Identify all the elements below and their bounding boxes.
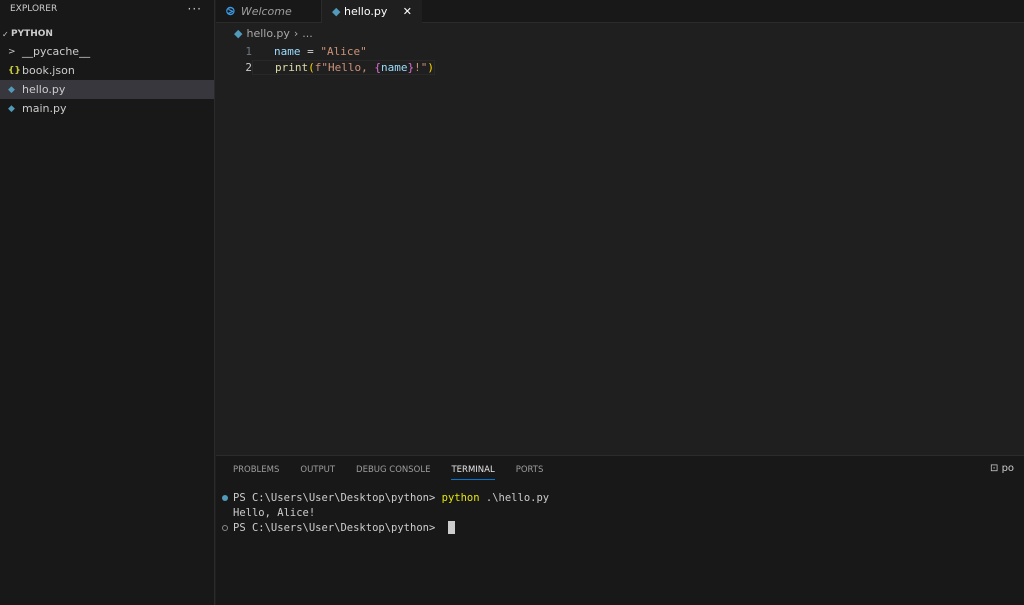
code-line: 1 name = "Alice" — [216, 43, 1024, 59]
token: name — [274, 44, 301, 58]
breadcrumb-file[interactable]: hello.py — [246, 27, 289, 40]
shell-name: powershell — [1001, 463, 1014, 474]
tree-item-book-json[interactable]: {} book.json — [0, 61, 214, 80]
prompt: PS C:\Users\User\Desktop\python> — [233, 491, 442, 504]
breadcrumb: ◆ hello.py ›... — [216, 23, 1024, 43]
token: "Alice" — [320, 44, 367, 58]
folder-label: PYTHON — [11, 29, 53, 39]
code-line: 2 print(f"Hello, {name}!") — [216, 59, 1024, 75]
explorer-header: EXPLORER ··· — [0, 0, 214, 18]
chevron-down-icon: ✓ — [2, 29, 9, 39]
tree-item-pycache[interactable]: > __pycache__ — [0, 42, 214, 61]
close-icon[interactable]: ✕ — [403, 5, 412, 18]
editor-tabs: ⧁ Welcome ◆ hello.py ✕ — [216, 0, 1024, 23]
explorer-sidebar: EXPLORER ··· ✓ PYTHON > __pycache__ {} book… — [0, 0, 215, 605]
terminal-icon: ⊡ — [990, 463, 999, 474]
tree-item-main-py[interactable]: ◆ main.py — [0, 99, 214, 118]
token: ( — [308, 60, 315, 74]
token: print — [275, 60, 309, 74]
tab-problems[interactable]: PROBLEMS — [233, 465, 279, 475]
terminal-line: PS C:\Users\User\Desktop\python> python … — [216, 490, 1024, 505]
line-number: 1 — [245, 44, 252, 58]
tree-item-label: __pycache__ — [22, 45, 91, 58]
command-args: .\hello.py — [479, 491, 550, 504]
tab-hello-py[interactable]: ◆ hello.py ✕ — [322, 0, 422, 23]
tab-label: Welcome — [240, 5, 292, 18]
panel-tabs: PROBLEMS OUTPUT DEBUG CONSOLE TERMINAL P… — [216, 456, 1024, 484]
token: { — [374, 60, 381, 74]
json-icon: {} — [8, 65, 21, 76]
terminal-cursor — [447, 521, 455, 534]
token: f"Hello, — [314, 60, 375, 74]
chevron-right-icon: > — [8, 46, 16, 57]
breadcrumb-symbols[interactable]: ... — [302, 27, 313, 40]
explorer-title: EXPLORER — [10, 4, 58, 14]
token: name — [380, 60, 408, 74]
token: !" — [414, 60, 428, 74]
token: ) — [427, 60, 434, 74]
tab-ports[interactable]: PORTS — [516, 465, 544, 475]
code-editor[interactable]: 1 name = "Alice" 2 print(f"Hello, {name}!"… — [216, 43, 1024, 75]
prompt: PS C:\Users\User\Desktop\python> — [233, 521, 442, 534]
tab-debug-console[interactable]: DEBUG CONSOLE — [356, 465, 430, 475]
terminal-instance[interactable]: ⊡ powershell — [990, 463, 1014, 474]
python-icon: ◆ — [332, 5, 341, 18]
token: = — [300, 44, 321, 58]
tree-item-label: hello.py — [22, 83, 66, 96]
more-actions-icon[interactable]: ··· — [188, 2, 202, 16]
command-pending-icon — [221, 524, 228, 531]
tab-welcome[interactable]: ⧁ Welcome — [216, 0, 322, 23]
tree-item-hello-py[interactable]: ◆ hello.py — [0, 80, 214, 99]
tree-item-label: main.py — [22, 102, 67, 115]
tree-item-label: book.json — [22, 64, 75, 77]
vscode-logo-icon: ⧁ — [226, 4, 235, 18]
editor-area: ⧁ Welcome ◆ hello.py ✕ ◆ hello.py ›... 1 name… — [216, 0, 1024, 455]
tab-label: hello.py — [343, 5, 388, 18]
python-icon: ◆ — [8, 84, 15, 95]
terminal-line: PS C:\Users\User\Desktop\python> — [216, 520, 1024, 535]
terminal-output[interactable]: PS C:\Users\User\Desktop\python> python … — [216, 484, 1024, 535]
folder-python[interactable]: ✓ PYTHON — [0, 26, 214, 42]
terminal-line: Hello, Alice! — [216, 505, 1024, 520]
command-success-icon[interactable] — [221, 494, 228, 501]
bottom-panel: PROBLEMS OUTPUT DEBUG CONSOLE TERMINAL P… — [216, 455, 1024, 605]
tab-output[interactable]: OUTPUT — [300, 465, 335, 475]
chevron-right-icon: › — [293, 26, 299, 40]
python-icon: ◆ — [8, 103, 15, 114]
command: python — [441, 491, 480, 504]
python-icon: ◆ — [234, 26, 243, 40]
program-output: Hello, Alice! — [233, 506, 316, 519]
tab-terminal[interactable]: TERMINAL — [451, 460, 495, 480]
line-number: 2 — [245, 60, 252, 74]
